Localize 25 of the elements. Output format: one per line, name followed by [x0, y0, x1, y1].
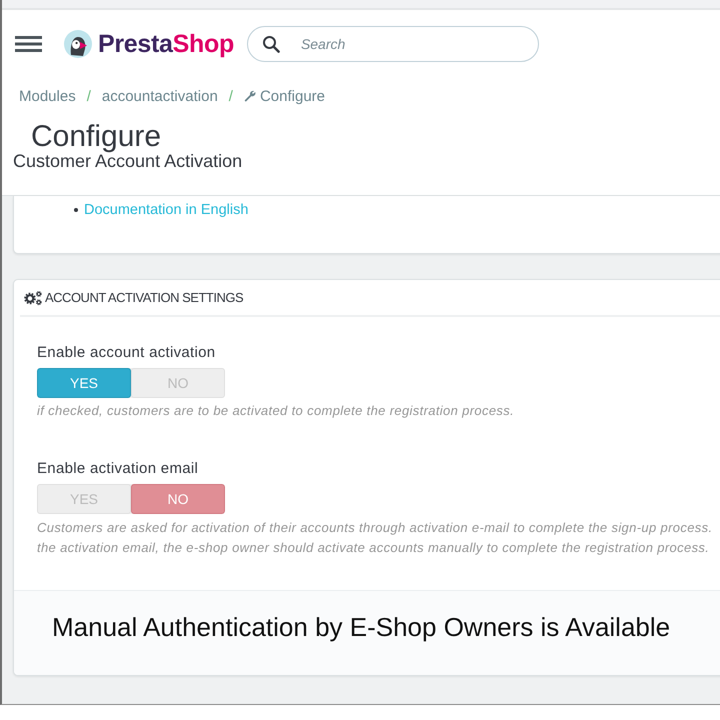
switch-option[interactable]: NO: [131, 484, 225, 514]
help-text: if checked, customers are to be activated to complete the registration process.: [37, 402, 516, 420]
breadcrumb-separator: /: [228, 88, 233, 104]
switch-option[interactable]: YES: [37, 368, 131, 398]
search-icon: [262, 35, 280, 53]
help-text: Customers are asked for activation of their accounts through activation e-mail to complete the sign-up process.: [37, 519, 714, 537]
brand-logo-text: PrestaShop: [98, 30, 234, 58]
panel-title: ACCOUNT ACTIVATION SETTINGS: [45, 290, 244, 305]
field-label: Enable activation email: [37, 459, 200, 479]
breadcrumb-link[interactable]: accountactivation: [102, 88, 218, 104]
search-field[interactable]: Search: [246, 26, 539, 62]
bullet-icon: [74, 208, 78, 212]
help-text: the activation email, the e-shop owner should activate accounts manually to complete the registration process.: [37, 539, 710, 557]
menu-icon[interactable]: [15, 36, 42, 52]
page-title: Configure: [30, 122, 162, 152]
breadcrumb-link[interactable]: Modules: [19, 88, 76, 104]
wrench-icon: [244, 90, 256, 102]
footer-caption: Manual Authentication by E-Shop Owners is Available: [52, 612, 670, 642]
bird-logo-icon: [63, 29, 93, 59]
field-label: Enable account activation: [37, 343, 216, 363]
module-name: Customer Account Activation: [12, 152, 244, 173]
documentation-link[interactable]: Documentation in English: [84, 202, 248, 218]
breadcrumb-current: Configure: [260, 88, 325, 104]
gears-icon: [24, 290, 42, 306]
breadcrumb-separator: /: [86, 88, 91, 104]
